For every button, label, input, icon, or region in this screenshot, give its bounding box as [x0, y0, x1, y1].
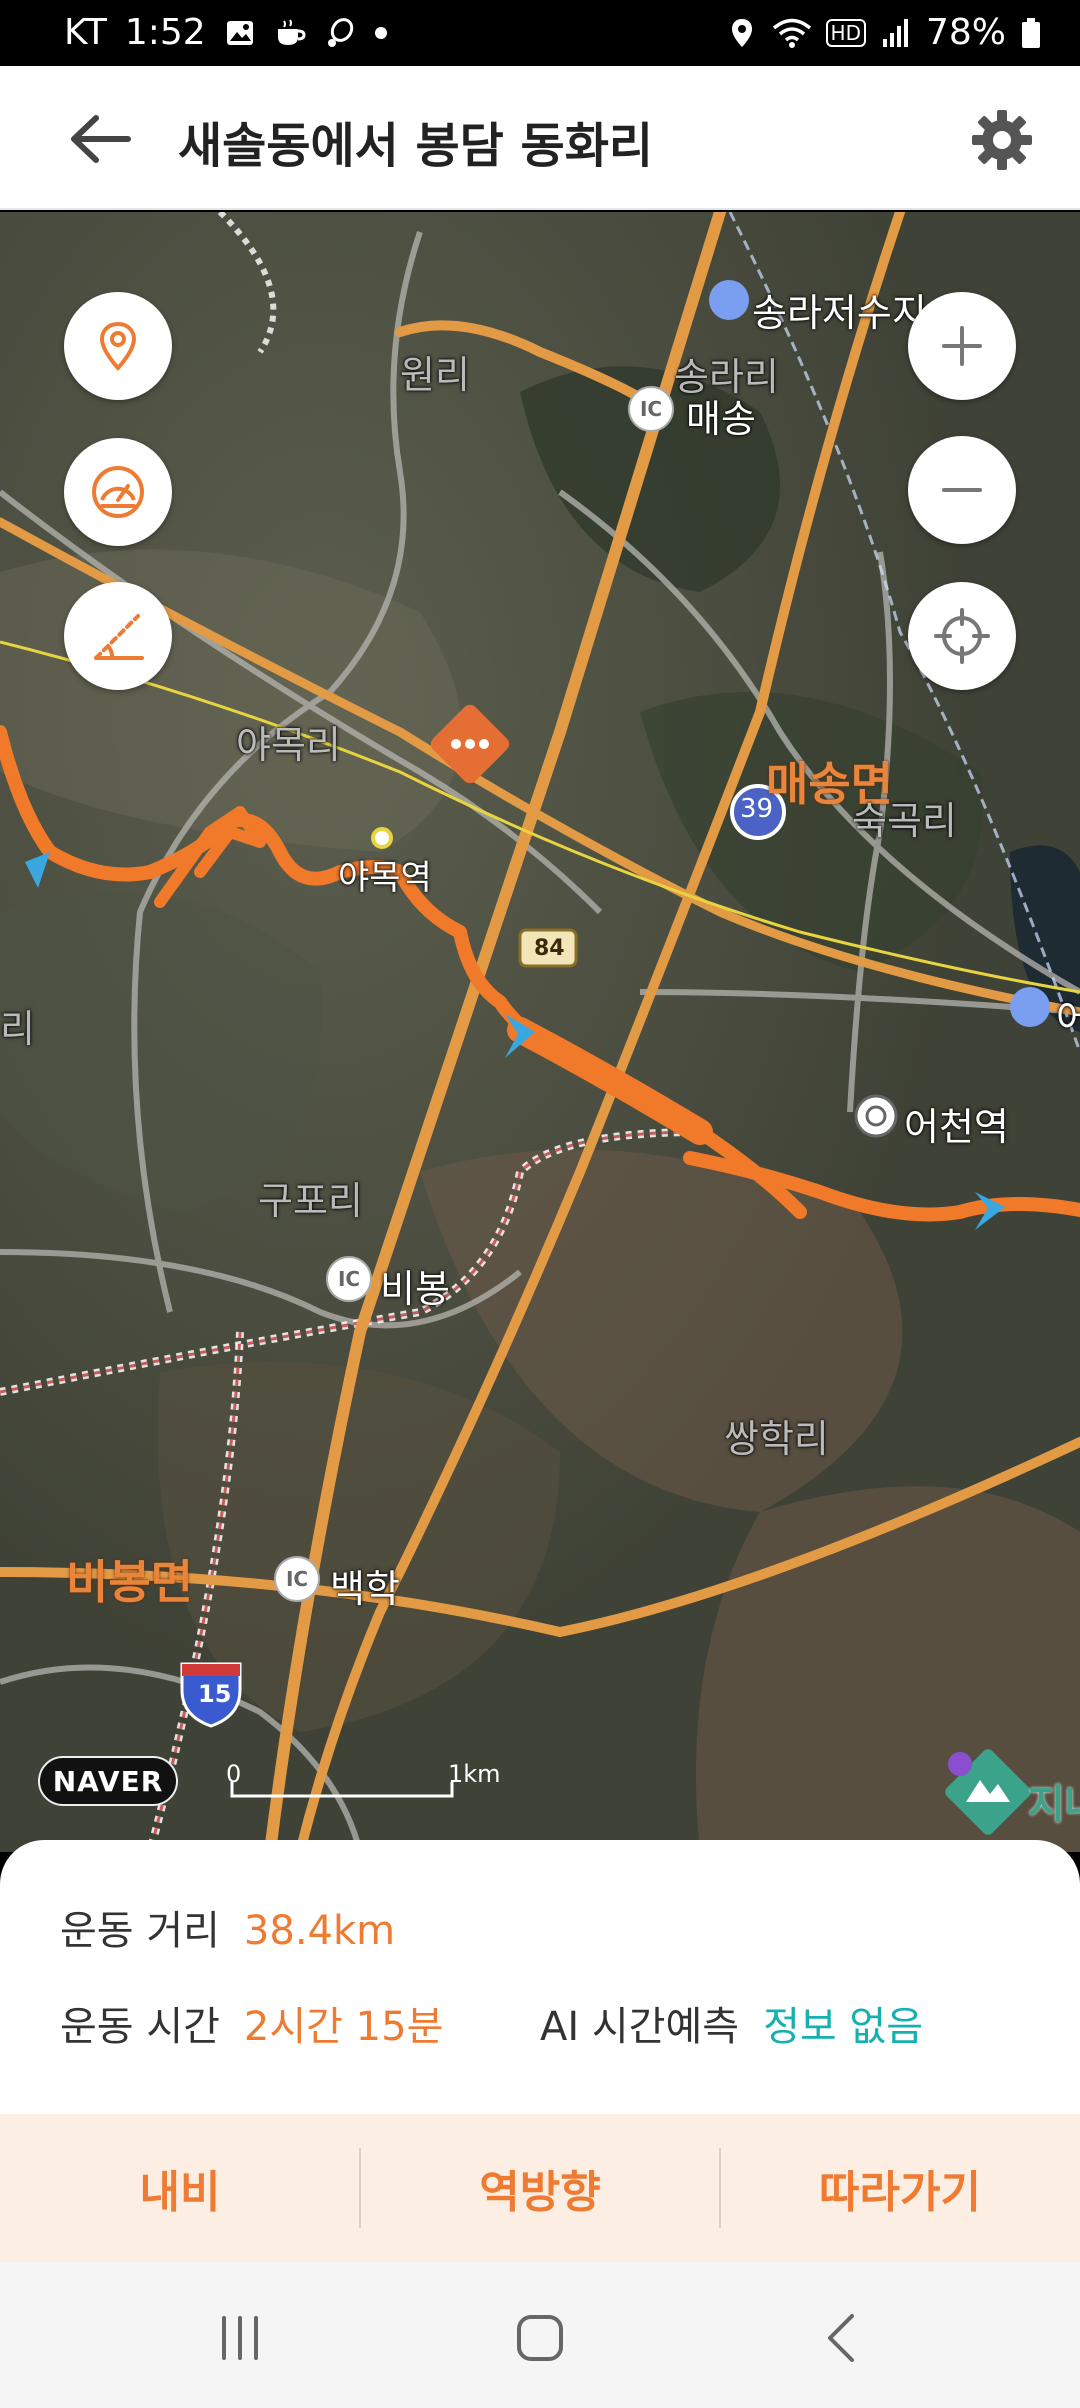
ai-prediction-row: AI 시간예측 정보 없음	[540, 1994, 923, 2052]
elevation-button[interactable]	[64, 582, 172, 690]
map-scale-start: 0	[226, 1760, 242, 1788]
my-location-button[interactable]	[908, 582, 1016, 690]
naver-logo: NAVER	[38, 1756, 178, 1806]
gear-icon	[972, 110, 1032, 170]
map-label-baekhak: 백학	[330, 1567, 400, 1611]
action-bar: 내비 역방향 따라가기	[0, 2114, 1080, 2262]
action-divider	[359, 2148, 361, 2228]
clock: 1:52	[124, 12, 206, 53]
navi-button[interactable]: 내비	[0, 2114, 360, 2262]
dot-icon	[374, 26, 387, 39]
system-nav-bar	[0, 2262, 1080, 2408]
battery-icon	[1022, 17, 1040, 48]
map-label-maesong: 매송	[686, 397, 756, 441]
recent-apps-button[interactable]	[210, 2308, 270, 2368]
map-label-yamokri: 야목리	[236, 723, 341, 767]
crosshair-icon	[934, 608, 990, 664]
plus-icon	[942, 326, 982, 366]
minus-icon	[942, 488, 982, 492]
route-39-label: 39	[740, 794, 774, 824]
app-header: 새솔동에서 봉담 동화리	[0, 66, 1080, 210]
ic-badge-baekhak: IC	[274, 1556, 320, 1602]
map-label-yamok-station: 야목역	[338, 858, 432, 898]
home-button[interactable]	[510, 2308, 570, 2368]
map-label-ji-partial: 지나	[1028, 1782, 1080, 1828]
follow-button[interactable]: 따라가기	[720, 2114, 1080, 2262]
wifi-icon	[772, 18, 811, 48]
time-value: 2시간 15분	[243, 2004, 444, 2050]
ai-prediction-label: AI 시간예측	[540, 2004, 740, 2050]
map-label-ri-partial: 리	[0, 1007, 35, 1051]
arrow-left-icon	[71, 115, 131, 163]
slope-icon	[94, 614, 144, 660]
map-pin-icon	[99, 321, 137, 371]
home-icon	[517, 2315, 563, 2361]
distance-value: 38.4km	[243, 1908, 396, 1954]
hd-badge: HD	[825, 18, 866, 47]
page-title: 새솔동에서 봉담 동화리	[178, 118, 654, 174]
map-label-wonri: 원리	[400, 353, 470, 397]
shoe-icon	[327, 17, 353, 47]
coffee-icon	[277, 18, 306, 45]
status-bar: KT 1:52 HD 78%	[0, 0, 1080, 66]
system-back-button[interactable]	[814, 2308, 874, 2368]
ic-badge-maesong: IC	[628, 386, 674, 432]
map-label-bibong-myeon: 비봉면	[66, 1555, 193, 1609]
map-label-bibong: 비봉	[380, 1267, 450, 1311]
distance-row: 운동 거리 38.4km	[60, 1898, 395, 1956]
back-button[interactable]	[58, 104, 142, 174]
time-row: 운동 시간 2시간 15분	[60, 1994, 443, 2052]
map-label-eo-partial: 어	[1056, 997, 1080, 1041]
map-view[interactable]: 송라저수지 원리 송라리 매송 야목리 야목역 매송면 숙곡리 39 84 어천…	[0, 212, 1080, 1852]
battery-percent: 78%	[925, 12, 1006, 53]
map-label-songra-reservoir: 송라저수지	[752, 291, 927, 335]
carrier-label: KT	[64, 12, 107, 53]
zoom-out-button[interactable]	[908, 436, 1016, 544]
zoom-in-button[interactable]	[908, 292, 1016, 400]
gallery-icon	[226, 20, 253, 45]
time-label: 운동 시간	[60, 2004, 220, 2050]
recents-icon	[222, 2316, 258, 2360]
map-label-eocheon-station: 어천역	[904, 1105, 1009, 1149]
reverse-button[interactable]: 역방향	[360, 2114, 720, 2262]
speedometer-icon	[92, 466, 144, 518]
map-label-sukgokri: 숙곡리	[852, 799, 957, 843]
route-84-label: 84	[534, 936, 565, 961]
map-label-gupori: 구포리	[258, 1179, 363, 1223]
map-label-ssanghakri: 쌍학리	[724, 1417, 829, 1461]
signal-icon	[882, 18, 908, 47]
route-15-label: 15	[198, 1680, 232, 1708]
distance-label: 운동 거리	[60, 1908, 220, 1954]
ic-badge-bibong: IC	[326, 1256, 372, 1302]
action-divider	[719, 2148, 721, 2228]
speed-button[interactable]	[64, 438, 172, 546]
location-icon	[731, 18, 752, 47]
chevron-left-icon	[828, 2314, 854, 2362]
location-pin-button[interactable]	[64, 292, 172, 400]
map-scale-end: 1km	[448, 1760, 501, 1788]
ai-prediction-value: 정보 없음	[763, 2004, 923, 2050]
settings-button[interactable]	[966, 104, 1038, 176]
